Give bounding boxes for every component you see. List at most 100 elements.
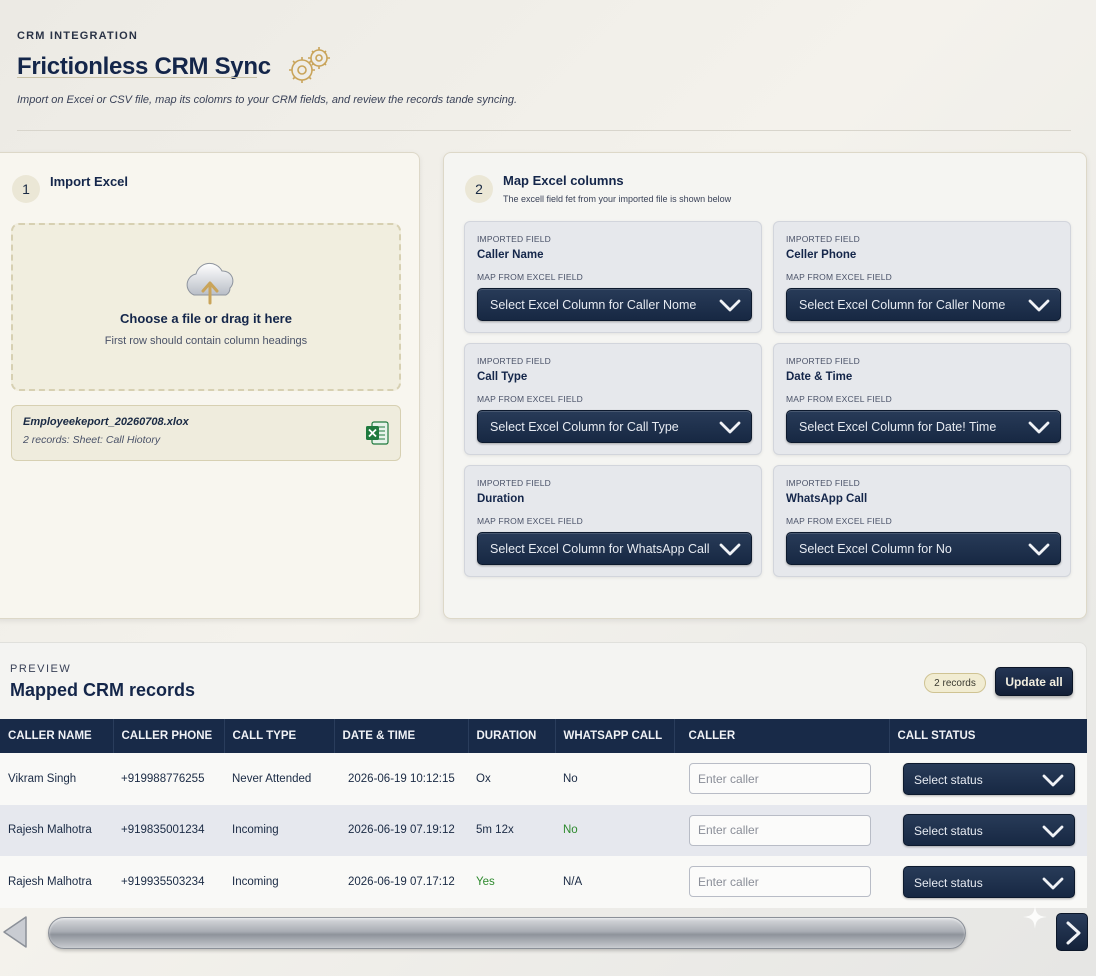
records-count-badge: 2 records (924, 673, 986, 693)
caller-phone-cell: +919835001234 (121, 824, 205, 837)
call-status-cell: Select status (889, 856, 1087, 908)
map-from-label: MAP FROM EXCEL FIELD (477, 394, 584, 404)
select-value: Select Excel Column for Caller Nome (799, 298, 1006, 312)
step-number-1: 1 (12, 175, 40, 203)
dropzone-title: Choose a file or drag it here (120, 311, 292, 326)
caller-phone-cell: +919935503234 (121, 875, 205, 888)
call-type-cell: Never Attended (232, 772, 312, 785)
chevron-down-icon (719, 421, 741, 434)
table-header-row: CALLER NAME CALLER PHONE CALL TYPE DATE … (0, 719, 1087, 753)
whatsapp-cell: No (563, 824, 578, 837)
caller-input[interactable] (689, 763, 871, 795)
chevron-down-icon (719, 543, 741, 556)
caller-phone-cell: +919988776255 (121, 772, 205, 785)
page-header: CRM INTEGRATION Frictionless CRM Sync Im… (17, 30, 1077, 106)
imported-field-label: IMPORTED FIELD (477, 356, 551, 366)
header-eyebrow: CRM INTEGRATION (17, 30, 139, 42)
update-all-button[interactable]: Update all (995, 667, 1073, 696)
duration-cell: Ox (476, 772, 491, 785)
records-table: CALLER NAME CALLER PHONE CALL TYPE DATE … (0, 719, 1087, 908)
caller-input[interactable] (689, 866, 871, 898)
mapping-card: IMPORTED FIELD Caller Name MAP FROM EXCE… (464, 221, 762, 333)
imported-field-name: Celler Phone (786, 249, 857, 261)
map-from-label: MAP FROM EXCEL FIELD (477, 272, 584, 282)
whatsapp-cell: No (563, 772, 578, 785)
imported-field-label: IMPORTED FIELD (477, 234, 551, 244)
caller-cell (674, 753, 889, 805)
call-status-select[interactable]: Select status (903, 814, 1075, 847)
select-value: Select Excel Column for Call Type (490, 420, 679, 434)
select-value: Select Excel Column for Caller Nome (490, 298, 697, 312)
cloud-upload-icon (186, 262, 234, 305)
step-number-2: 2 (465, 175, 493, 203)
map-from-label: MAP FROM EXCEL FIELD (786, 394, 893, 404)
preview-panel: PREVIEW Mapped CRM records 2 records Upd… (0, 642, 1087, 908)
caller-name-cell: Vikram Singh (8, 772, 77, 785)
chevron-down-icon (1042, 877, 1064, 890)
select-value: Select status (914, 772, 983, 787)
excel-column-select[interactable]: Select Excel Column for Date! Time (786, 410, 1061, 443)
caller-input[interactable] (689, 814, 871, 846)
date-time-cell: 2026-06-19 07.19:12 (348, 824, 455, 837)
map-columns-panel: 2 Map Excel columns The excell field fet… (443, 152, 1087, 619)
chevron-right-icon (1066, 921, 1081, 945)
column-header[interactable]: WHATSAPP CALL (555, 719, 675, 753)
header-divider (17, 130, 1071, 131)
chevron-down-icon (1028, 421, 1050, 434)
column-header[interactable]: DURATION (468, 719, 556, 753)
map-from-label: MAP FROM EXCEL FIELD (786, 516, 893, 526)
excel-file-icon (366, 421, 389, 445)
call-status-cell: Select status (889, 753, 1087, 805)
call-status-select[interactable]: Select status (903, 865, 1075, 898)
select-value: Select Excel Column for WhatsApp Call (490, 542, 710, 556)
excel-column-select[interactable]: Select Excel Column for No (786, 532, 1061, 565)
imported-field-label: IMPORTED FIELD (786, 478, 860, 488)
mapping-card: IMPORTED FIELD Date & Time MAP FROM EXCE… (773, 343, 1071, 455)
column-header[interactable]: CALL STATUS (889, 719, 1087, 753)
page-subtitle: Import on Excei or CSV file, map its col… (17, 94, 518, 106)
excel-column-select[interactable]: Select Excel Column for Caller Nome (786, 288, 1061, 321)
whatsapp-cell: N/A (563, 875, 583, 888)
preview-title: Mapped CRM records (10, 680, 196, 700)
chevron-down-icon (1028, 299, 1050, 312)
file-name: Employeekeport_20260708.xlox (23, 416, 189, 428)
imported-file-card[interactable]: Employeekeport_20260708.xlox 2 records: … (11, 405, 401, 461)
preview-eyebrow: PREVIEW (10, 663, 72, 675)
table-row: Vikram Singh +919988776255 Never Attende… (0, 753, 1087, 805)
imported-field-name: Duration (477, 493, 525, 505)
caller-cell (674, 856, 889, 908)
caller-name-cell: Rajesh Malhotra (8, 875, 92, 888)
date-time-cell: 2026-06-19 10:12:15 (348, 772, 455, 785)
scroll-right-button[interactable] (1056, 913, 1088, 951)
call-status-cell: Select status (889, 805, 1087, 857)
map-panel-subtitle: The excell field fet from your imported … (503, 194, 732, 204)
mapping-card: IMPORTED FIELD Call Type MAP FROM EXCEL … (464, 343, 762, 455)
imported-field-label: IMPORTED FIELD (786, 356, 860, 366)
duration-cell: Yes (476, 875, 495, 888)
title-underline (17, 77, 257, 78)
gears-icon (288, 47, 330, 83)
chevron-down-icon (719, 299, 741, 312)
file-meta: 2 records: Sheet: Call Hiotory (23, 434, 161, 446)
column-header[interactable]: CALLER (674, 719, 890, 753)
imported-field-name: Call Type (477, 371, 528, 383)
excel-column-select[interactable]: Select Excel Column for Call Type (477, 410, 752, 443)
scroll-left-arrow-icon[interactable] (0, 913, 30, 951)
column-header[interactable]: CALL TYPE (224, 719, 335, 753)
map-panel-title: Map Excel columns (503, 173, 624, 188)
file-dropzone[interactable]: Choose a file or drag it here First row … (11, 223, 401, 391)
column-header[interactable]: CALLER PHONE (113, 719, 225, 753)
import-panel: 1 Import Excel Choose a file or drag it … (0, 152, 420, 619)
map-from-label: MAP FROM EXCEL FIELD (477, 516, 584, 526)
mapping-card: IMPORTED FIELD WhatsApp Call MAP FROM EX… (773, 465, 1071, 577)
import-panel-title: Import Excel (50, 174, 129, 189)
excel-column-select[interactable]: Select Excel Column for WhatsApp Call (477, 532, 752, 565)
column-header[interactable]: DATE & TIME (334, 719, 469, 753)
call-status-select[interactable]: Select status (903, 762, 1075, 795)
select-value: Select Excel Column for Date! Time (799, 420, 997, 434)
excel-column-select[interactable]: Select Excel Column for Caller Nome (477, 288, 752, 321)
imported-field-label: IMPORTED FIELD (786, 234, 860, 244)
column-header[interactable]: CALLER NAME (0, 719, 114, 753)
horizontal-scrollbar-thumb[interactable] (48, 917, 966, 949)
imported-field-name: Caller Name (477, 249, 544, 261)
